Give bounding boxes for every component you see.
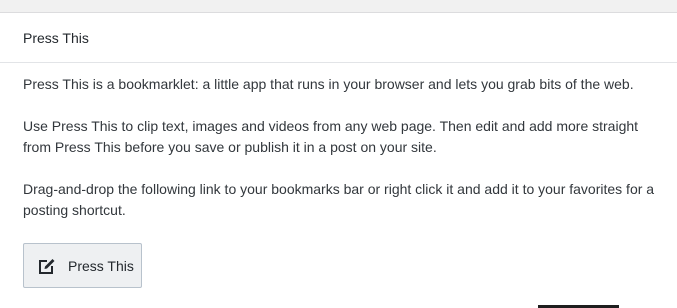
panel-title: Press This [23,29,89,46]
intro-text: Press This is a bookmarklet: a little ap… [23,76,634,92]
top-strip [0,0,677,13]
press-this-bookmarklet-button[interactable]: Press This [23,243,142,288]
edit-icon [36,255,58,277]
usage-text: Use Press This to clip text, images and … [23,118,639,155]
panel-header: Press This [0,13,677,63]
bookmarklet-label: Press This [68,257,134,274]
instructions-text: Drag-and-drop the following link to your… [23,181,655,218]
